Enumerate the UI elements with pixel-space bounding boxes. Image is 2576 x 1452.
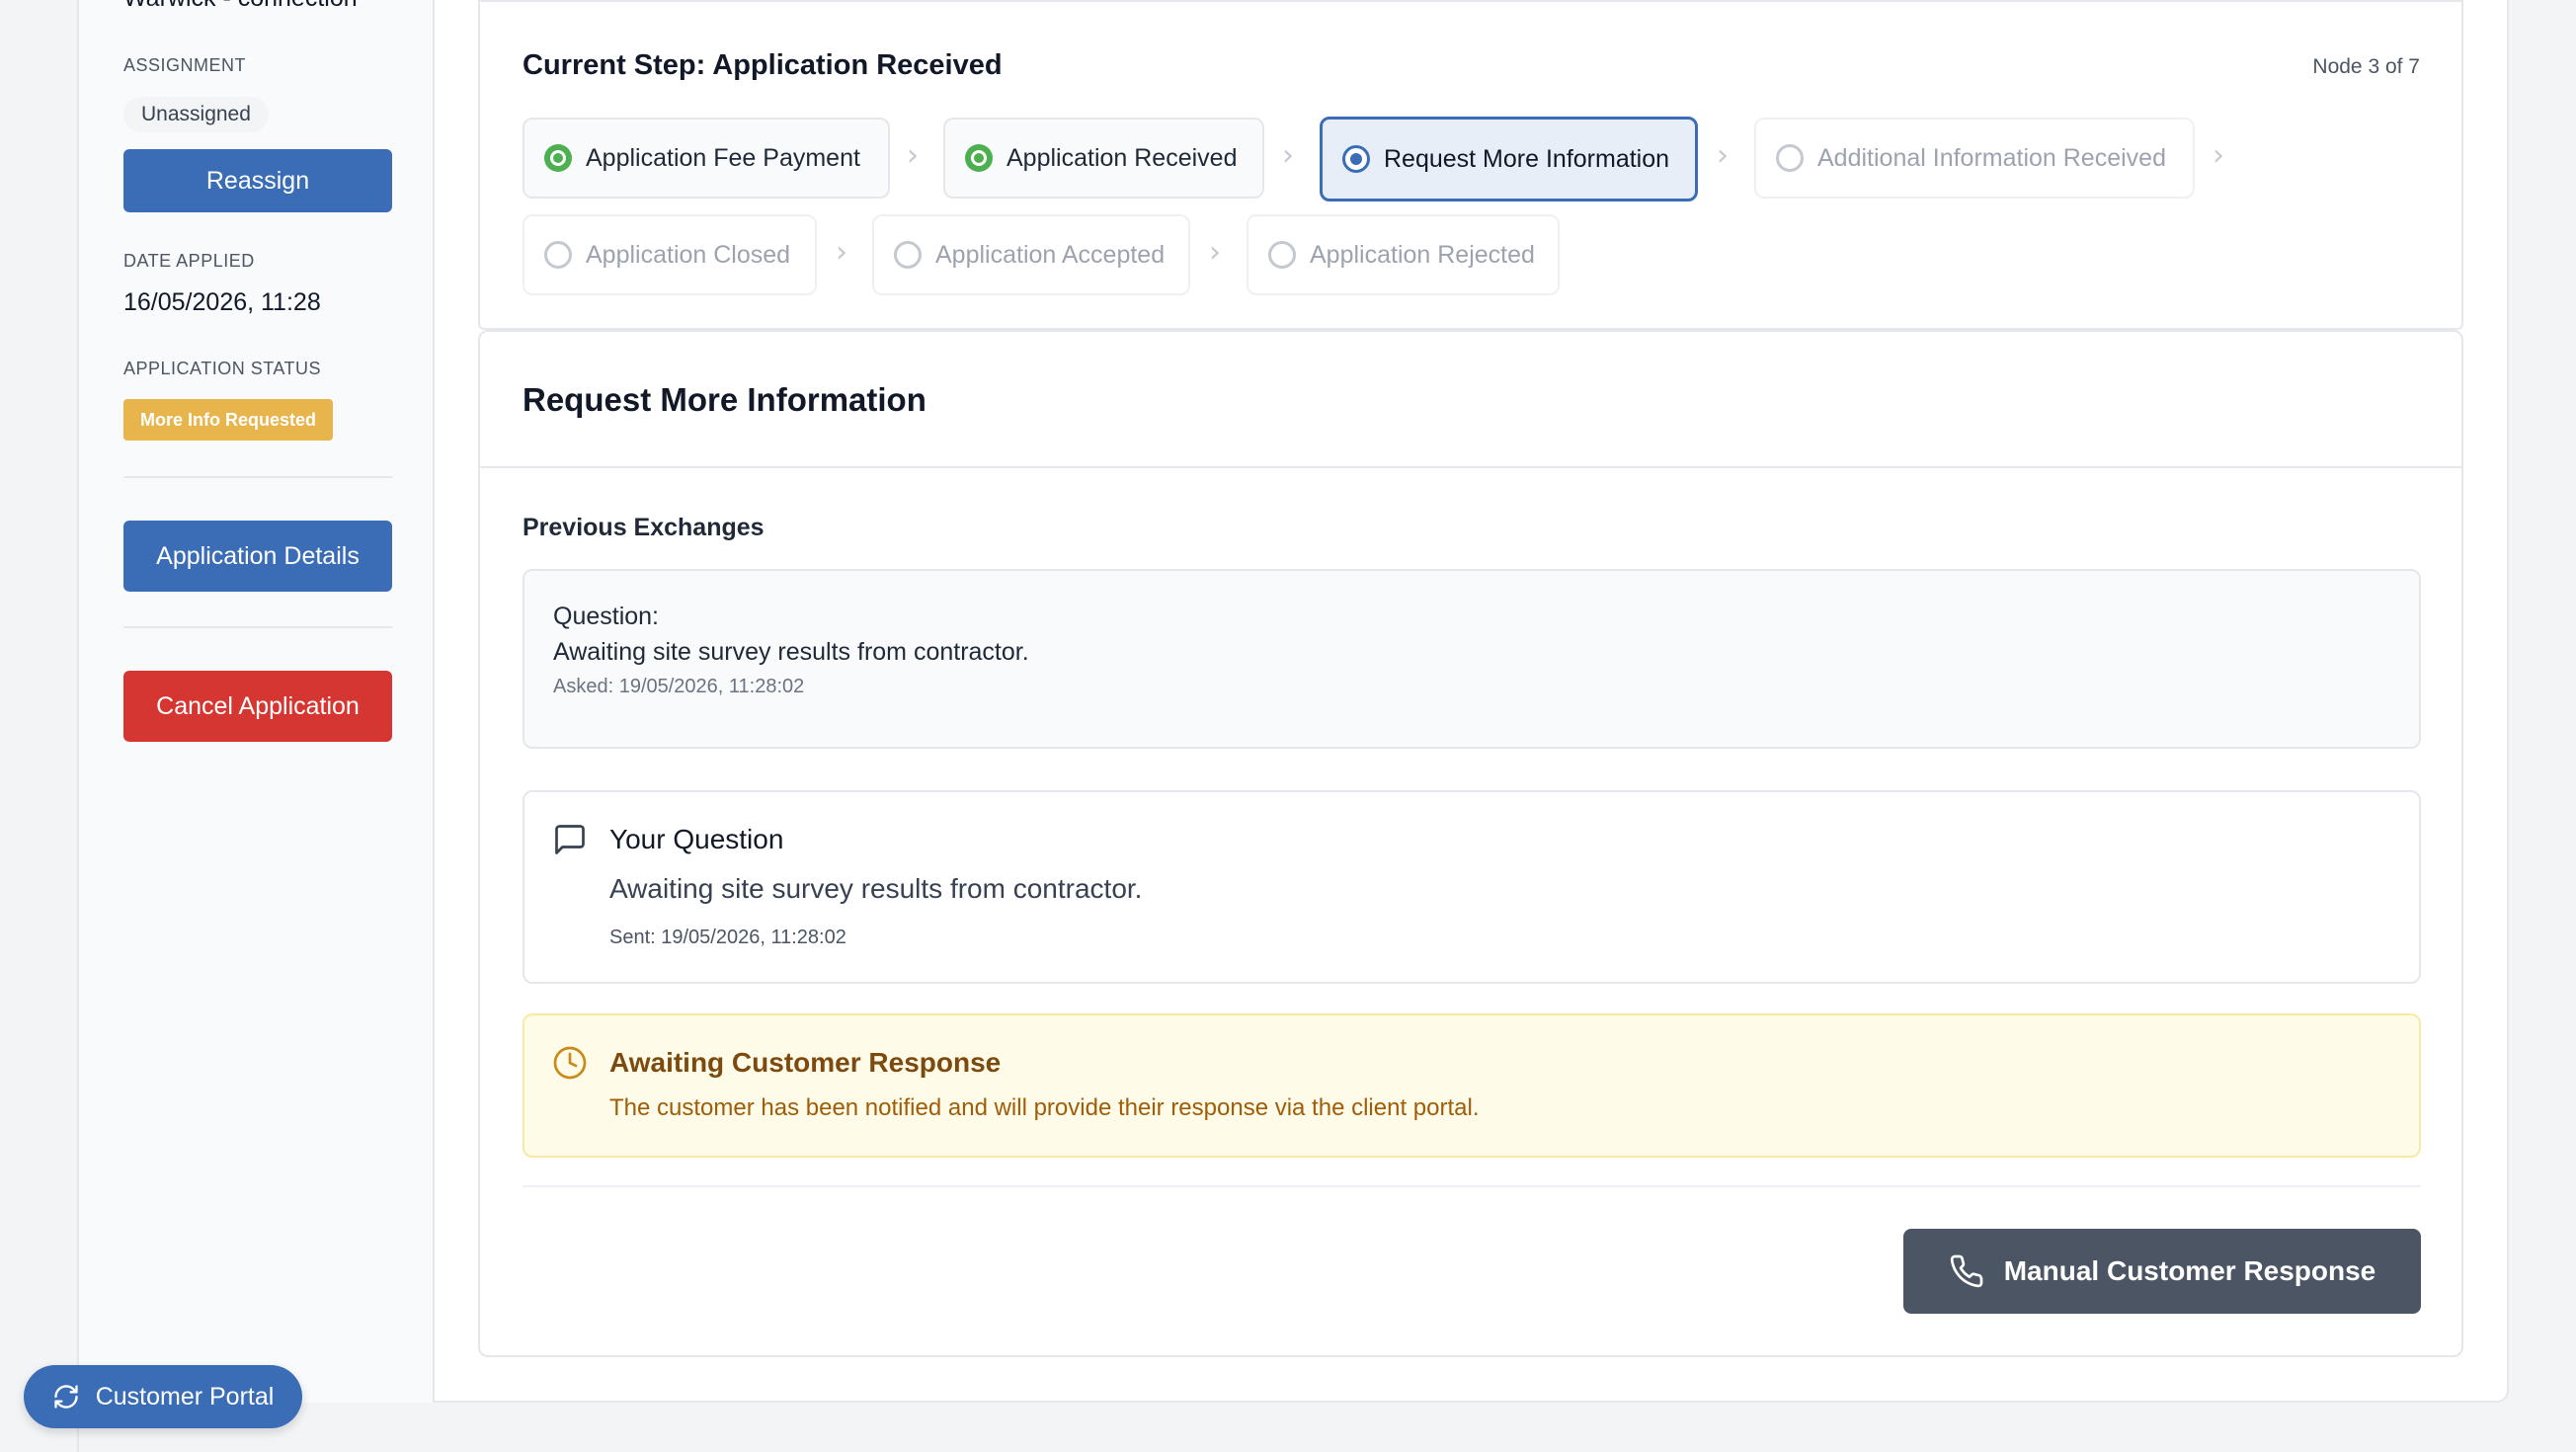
step-additional-information-received[interactable]: Additional Information Received [1754,118,2195,199]
assignee-pill: Unassigned [123,97,269,132]
phone-icon [1950,1254,1983,1288]
current-step-title: Current Step: Application Received [523,49,1003,81]
step-application-closed[interactable]: Application Closed [523,214,817,295]
main-content: Current Step: Application Received Node … [478,0,2463,1357]
step-label: Application Accepted [935,240,1166,269]
your-question-title: Your Question [609,824,784,854]
chevron-right-icon: › [1209,235,1221,270]
panel-divider [523,1185,2421,1187]
empty-circle-icon [544,241,572,269]
step-application-received[interactable]: Application Received [943,118,1264,199]
step-label: Application Received [1006,143,1238,172]
awaiting-text: The customer has been notified and will … [609,1094,1480,1121]
chevron-right-icon: › [907,138,919,173]
status-badge: More Info Requested [123,399,334,441]
refresh-icon [54,1385,78,1409]
awaiting-title: Awaiting Customer Response [609,1047,1002,1078]
step-label: Additional Information Received [1817,143,2166,172]
question-label: Question: [553,603,660,630]
chevron-right-icon: › [1282,138,1294,173]
workflow-stepper: Current Step: Application Received Node … [478,0,2463,330]
sidebar-divider [123,476,392,478]
asked-timestamp: Asked: 19/05/2026, 11:28:02 [553,676,805,697]
date-applied-label: DATE APPLIED [123,251,255,271]
assignment-label: ASSIGNMENT [123,55,247,75]
awaiting-response-alert: Awaiting Customer Response The customer … [523,1013,2421,1158]
customer-portal-label: Customer Portal [95,1382,275,1411]
empty-circle-icon [1268,241,1296,269]
manual-response-label: Manual Customer Response [2003,1255,2376,1286]
your-question-card: Your Question Awaiting site survey resul… [523,790,2421,984]
application-status-label: APPLICATION STATUS [123,359,322,378]
panel-header: Request More Information [480,332,2461,468]
check-circle-icon [544,144,572,172]
check-circle-icon [965,144,993,172]
application-details-button[interactable]: Application Details [123,521,392,592]
step-application-accepted[interactable]: Application Accepted [872,214,1190,295]
step-application-rejected[interactable]: Application Rejected [1247,214,1560,295]
customer-location: Warwick - connection [123,0,358,13]
question-text: Awaiting site survey results from contra… [553,638,1029,666]
cancel-application-button[interactable]: Cancel Application [123,671,392,742]
previous-exchanges-heading: Previous Exchanges [523,514,765,541]
chevron-right-icon: › [836,235,847,270]
message-square-icon [555,825,585,854]
step-request-more-information[interactable]: Request More Information [1320,117,1698,202]
step-label: Request More Information [1384,144,1670,173]
request-info-panel: Request More Information Previous Exchan… [478,330,2463,1357]
sent-timestamp: Sent: 19/05/2026, 11:28:02 [609,927,846,948]
step-label: Application Rejected [1310,240,1535,269]
your-question-text: Awaiting site survey results from contra… [609,873,1143,904]
step-application-fee-payment[interactable]: Application Fee Payment [523,118,890,199]
date-applied-value: 16/05/2026, 11:28 [123,288,321,316]
exchange-item: Question: Awaiting site survey results f… [523,569,2421,749]
empty-circle-icon [1776,144,1804,172]
manual-customer-response-button[interactable]: Manual Customer Response [1903,1229,2421,1314]
chevron-right-icon: › [2213,138,2224,173]
chevron-right-icon: › [1717,138,1729,173]
panel-title: Request More Information [523,381,926,418]
node-counter: Node 3 of 7 [2312,55,2420,78]
outer-gutter [0,0,79,1452]
current-step-icon [1342,145,1370,173]
step-label: Application Fee Payment [586,143,860,172]
reassign-button[interactable]: Reassign [123,149,392,212]
customer-portal-button[interactable]: Customer Portal [24,1365,302,1428]
sidebar-divider [123,626,392,628]
clock-icon [553,1046,587,1080]
application-sidebar: Warwick - connection ASSIGNMENT Unassign… [79,0,435,1403]
empty-circle-icon [894,241,922,269]
step-label: Application Closed [586,240,791,269]
